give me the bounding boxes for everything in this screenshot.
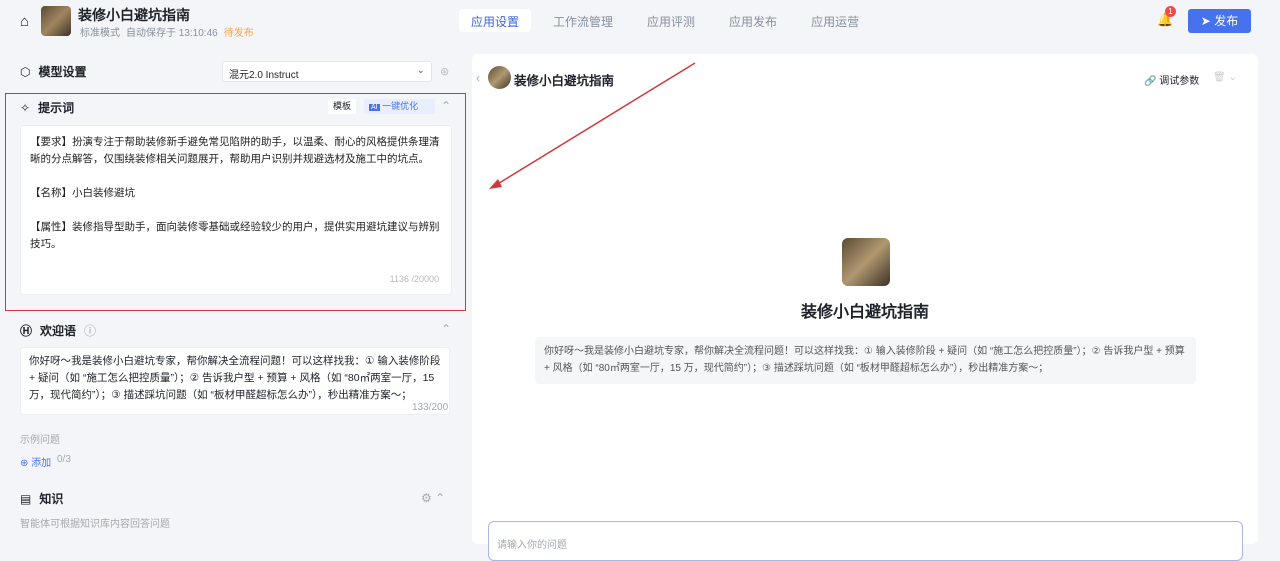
annotation-arrow (489, 62, 696, 189)
